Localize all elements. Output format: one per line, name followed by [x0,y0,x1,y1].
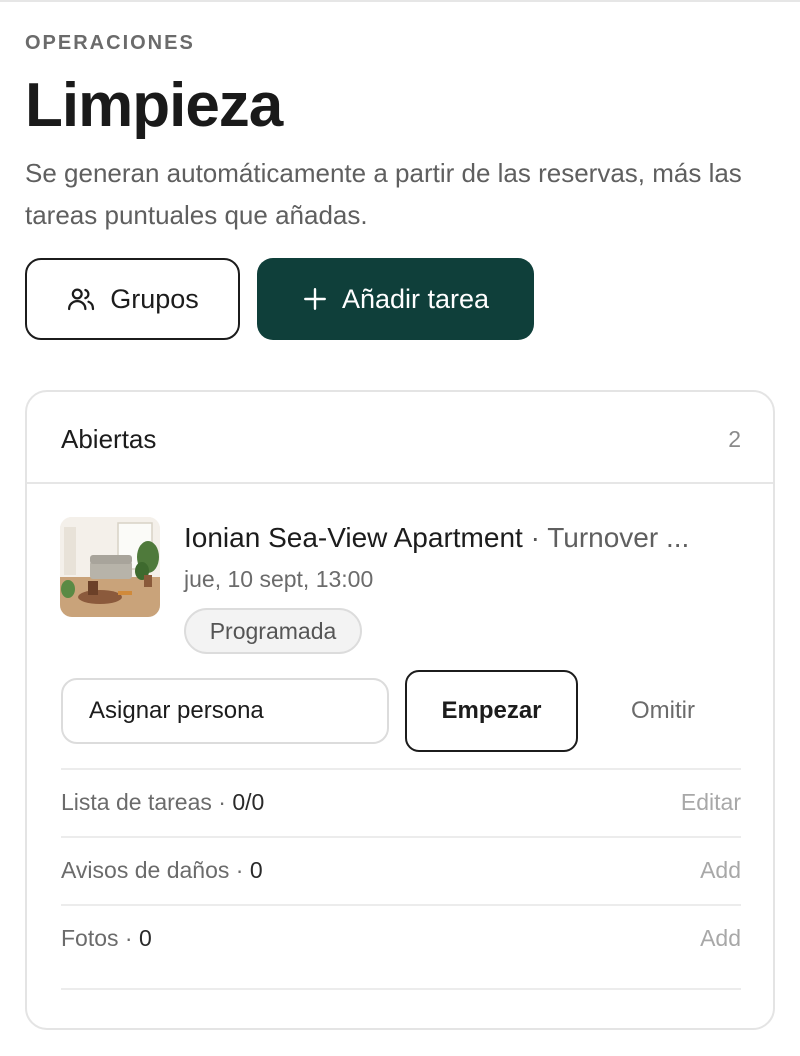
assign-person-select[interactable]: Asignar persona [61,678,389,744]
open-tasks-header: Abiertas 2 [27,392,773,484]
groups-button[interactable]: Grupos [25,258,240,340]
add-task-button-label: Añadir tarea [341,283,490,314]
task-title[interactable]: Ionian Sea-View Apartment · Turnover ... [184,522,744,554]
plus-icon [302,286,328,312]
damage-reports-row: Avisos de daños · 0 Add [61,836,741,904]
add-task-button[interactable]: Añadir tarea [257,258,534,340]
checklist-value: 0/0 [232,789,265,815]
status-badge: Programada [184,608,362,654]
property-name: Ionian Sea-View Apartment [184,522,523,553]
skip-button[interactable]: Omitir [593,670,733,752]
title-separator: · [530,522,540,553]
open-tasks-card: Abiertas 2 Ionian Sea-View Apartment · T… [25,390,775,1030]
damage-reports-value: 0 [249,857,263,883]
task-kind: Turnover ... [547,522,690,553]
top-divider [0,0,800,2]
users-icon [66,284,96,314]
checklist-edit-link[interactable]: Editar [681,789,741,816]
open-tasks-title: Abiertas [61,424,157,454]
next-task-divider [61,988,741,1056]
checklist-label: Lista de tareas [61,789,212,815]
section-eyebrow: OPERACIONES [25,32,195,54]
open-tasks-count: 2 [728,426,741,452]
property-thumbnail [60,517,160,617]
start-button[interactable]: Empezar [405,670,578,752]
page-subtitle: Se generan automáticamente a partir de l… [25,158,742,230]
groups-button-label: Grupos [110,283,199,314]
damage-reports-label: Avisos de daños [61,857,230,883]
photos-row: Fotos · 0 Add [61,904,741,972]
page-title: Limpieza [25,71,283,140]
checklist-row: Lista de tareas · 0/0 Editar [61,768,741,836]
photos-label: Fotos [61,925,119,951]
task-date: jue, 10 sept, 13:00 [184,566,374,592]
damage-reports-add-link[interactable]: Add [700,857,741,884]
photos-value: 0 [138,925,152,951]
photos-add-link[interactable]: Add [700,925,741,952]
